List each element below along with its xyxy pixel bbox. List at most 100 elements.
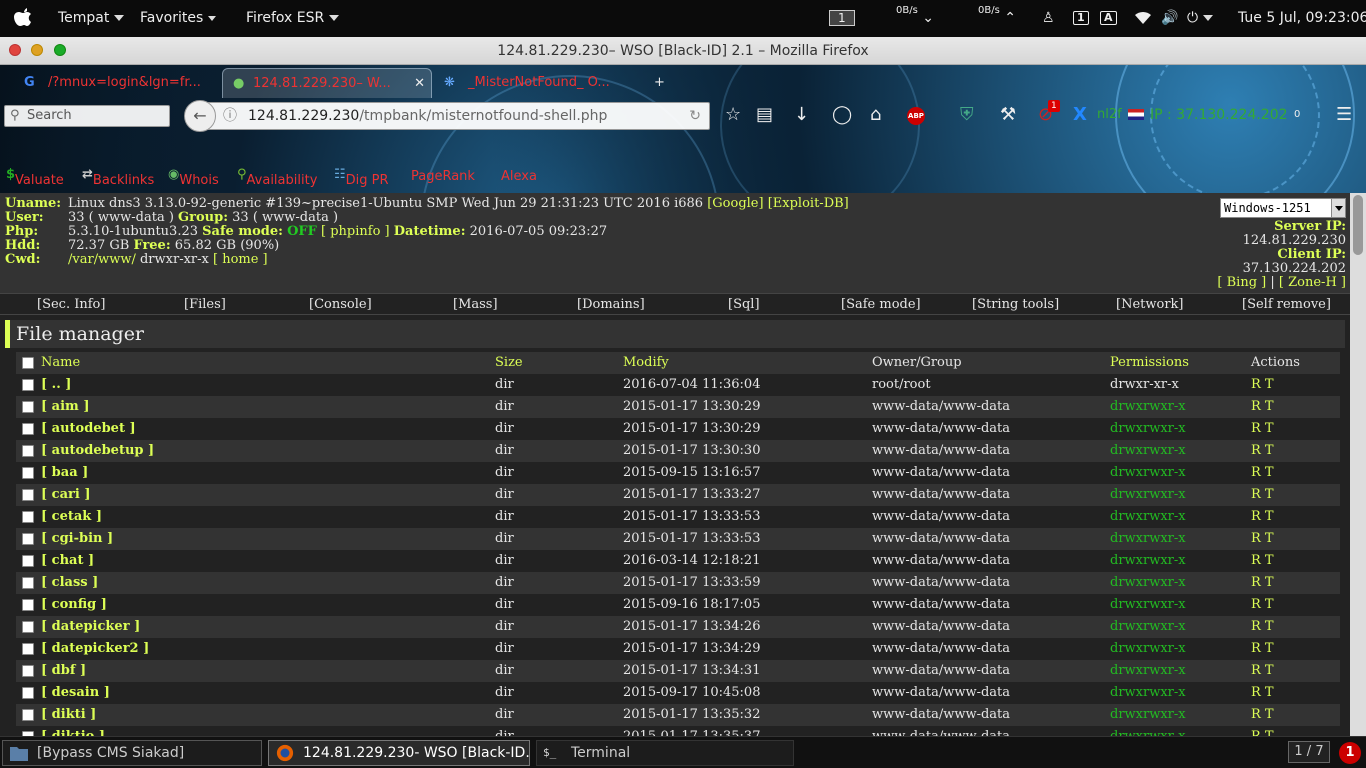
file-name-link[interactable]: [ baa ] — [41, 462, 88, 484]
row-checkbox[interactable] — [22, 577, 34, 589]
file-permissions-link[interactable]: drwxrwxr-x — [1110, 550, 1186, 572]
column-modify[interactable]: Modify — [623, 352, 669, 374]
bookmark-whois[interactable]: ◉ Whois — [168, 167, 219, 188]
file-name-link[interactable]: [ desain ] — [41, 682, 110, 704]
file-name-link[interactable]: [ autodebetup ] — [41, 440, 154, 462]
column-permissions[interactable]: Permissions — [1110, 352, 1189, 374]
menu-console[interactable]: [Console] — [309, 297, 372, 312]
file-permissions-link[interactable]: drwxrwxr-x — [1110, 484, 1186, 506]
file-permissions-link[interactable]: drwxr-xr-x — [1110, 374, 1179, 396]
menu-self-remove[interactable]: [Self remove] — [1242, 297, 1331, 312]
file-name-link[interactable]: [ datepicker ] — [41, 616, 140, 638]
maximize-window-button[interactable] — [54, 44, 66, 56]
menu-string-tools[interactable]: [String tools] — [972, 297, 1059, 312]
row-checkbox[interactable] — [22, 401, 34, 413]
places-menu[interactable]: Tempat — [58, 0, 125, 37]
row-checkbox[interactable] — [22, 445, 34, 457]
file-name-link[interactable]: [ diktio ] — [41, 726, 105, 736]
column-size[interactable]: Size — [495, 352, 523, 374]
file-name-link[interactable]: [ cetak ] — [41, 506, 102, 528]
adblock-icon[interactable]: ABP — [907, 107, 925, 125]
menu-network[interactable]: [Network] — [1116, 297, 1183, 312]
new-tab-button[interactable]: + — [650, 68, 674, 98]
menu-files[interactable]: [Files] — [184, 297, 226, 312]
file-actions[interactable]: R T — [1251, 594, 1274, 616]
reload-icon[interactable]: ↻ — [689, 103, 701, 129]
file-actions[interactable]: R T — [1251, 726, 1274, 736]
file-permissions-link[interactable]: drwxrwxr-x — [1110, 440, 1186, 462]
file-name-link[interactable]: [ dbf ] — [41, 660, 86, 682]
shield-icon[interactable]: ⛨ — [960, 105, 974, 125]
file-name-link[interactable]: [ cgi-bin ] — [41, 528, 113, 550]
workspace-indicator[interactable]: 1 — [829, 0, 855, 37]
row-checkbox[interactable] — [22, 467, 34, 479]
file-actions[interactable]: R T — [1251, 506, 1274, 528]
file-permissions-link[interactable]: drwxrwxr-x — [1110, 616, 1186, 638]
app-menu[interactable]: Firefox ESR — [246, 0, 340, 37]
row-checkbox[interactable] — [22, 621, 34, 633]
task-terminal[interactable]: $_ Terminal — [536, 740, 794, 766]
file-name-link[interactable]: [ cari ] — [41, 484, 90, 506]
bookmark-backlinks[interactable]: ⇄ Backlinks — [82, 167, 154, 188]
close-window-button[interactable] — [9, 44, 21, 56]
row-checkbox[interactable] — [22, 489, 34, 501]
file-actions[interactable]: R T — [1251, 528, 1274, 550]
power-icon[interactable]: ⏻ — [1187, 0, 1214, 37]
row-checkbox[interactable] — [22, 511, 34, 523]
file-name-link[interactable]: [ aim ] — [41, 396, 89, 418]
keyboard-indicator-1[interactable]: 1 — [1073, 0, 1089, 37]
page-scrollbar[interactable] — [1350, 193, 1366, 736]
file-permissions-link[interactable]: drwxrwxr-x — [1110, 462, 1186, 484]
file-name-link[interactable]: [ chat ] — [41, 550, 94, 572]
url-bar[interactable]: ⓘ 124.81.229.230/tmpbank/misternotfound-… — [200, 102, 710, 130]
download-icon[interactable]: ↓ — [794, 105, 809, 125]
menu-mass[interactable]: [Mass] — [453, 297, 498, 312]
zoneh-link[interactable]: [ Zone-H ] — [1279, 275, 1346, 290]
volume-icon[interactable]: 🔊 — [1161, 0, 1178, 37]
menu-domains[interactable]: [Domains] — [577, 297, 645, 312]
tab-login[interactable]: G /?mnux=login&lgn=fr... — [18, 68, 218, 98]
file-actions[interactable]: R T — [1251, 616, 1274, 638]
file-actions[interactable]: R T — [1251, 418, 1274, 440]
file-name-link[interactable]: [ datepicker2 ] — [41, 638, 149, 660]
row-checkbox[interactable] — [22, 643, 34, 655]
row-checkbox[interactable] — [22, 533, 34, 545]
file-actions[interactable]: R T — [1251, 396, 1274, 418]
xmarks-icon[interactable]: X — [1073, 105, 1087, 125]
bookmark-digpr[interactable]: ☷ Dig PR — [334, 167, 389, 188]
search-input[interactable]: ⚲ Search — [4, 105, 170, 127]
home-link[interactable]: [ home ] — [213, 252, 268, 267]
row-checkbox[interactable] — [22, 709, 34, 721]
file-actions[interactable]: R T — [1251, 550, 1274, 572]
row-checkbox[interactable] — [22, 665, 34, 677]
exploitdb-link[interactable]: [Exploit-DB] — [768, 196, 849, 211]
scrollbar-thumb[interactable] — [1353, 195, 1363, 255]
file-permissions-link[interactable]: drwxrwxr-x — [1110, 682, 1186, 704]
home-icon[interactable]: ⌂ — [870, 105, 881, 125]
column-name[interactable]: Name — [41, 352, 80, 374]
file-permissions-link[interactable]: drwxrwxr-x — [1110, 594, 1186, 616]
row-checkbox[interactable] — [22, 555, 34, 567]
wrench-icon[interactable]: ⚒ — [1000, 105, 1016, 125]
back-button[interactable]: ← — [184, 100, 216, 132]
notification-badge[interactable]: 1 — [1339, 742, 1361, 764]
wifi-icon[interactable] — [1134, 0, 1152, 37]
hamburger-menu-icon[interactable]: ☰ — [1336, 105, 1352, 125]
file-permissions-link[interactable]: drwxrwxr-x — [1110, 506, 1186, 528]
clock[interactable]: Tue 5 Jul, 09:23:06 — [1238, 0, 1366, 37]
file-actions[interactable]: R T — [1251, 682, 1274, 704]
charset-select[interactable]: Windows-1251 — [1220, 198, 1346, 218]
keyboard-indicator-a[interactable]: A — [1100, 0, 1117, 37]
file-permissions-link[interactable]: drwxrwxr-x — [1110, 726, 1186, 736]
workspace-pager[interactable]: 1 / 7 — [1288, 741, 1330, 763]
file-actions[interactable]: R T — [1251, 660, 1274, 682]
row-checkbox[interactable] — [22, 379, 34, 391]
close-tab-icon[interactable]: ✕ — [414, 69, 425, 98]
pocket-icon[interactable]: ◯ — [832, 105, 852, 125]
menu-sql[interactable]: [Sql] — [728, 297, 760, 312]
file-actions[interactable]: R T — [1251, 462, 1274, 484]
file-permissions-link[interactable]: drwxrwxr-x — [1110, 704, 1186, 726]
row-checkbox[interactable] — [22, 423, 34, 435]
favorites-menu[interactable]: Favorites — [140, 0, 217, 37]
bing-link[interactable]: [ Bing ] — [1217, 275, 1266, 290]
